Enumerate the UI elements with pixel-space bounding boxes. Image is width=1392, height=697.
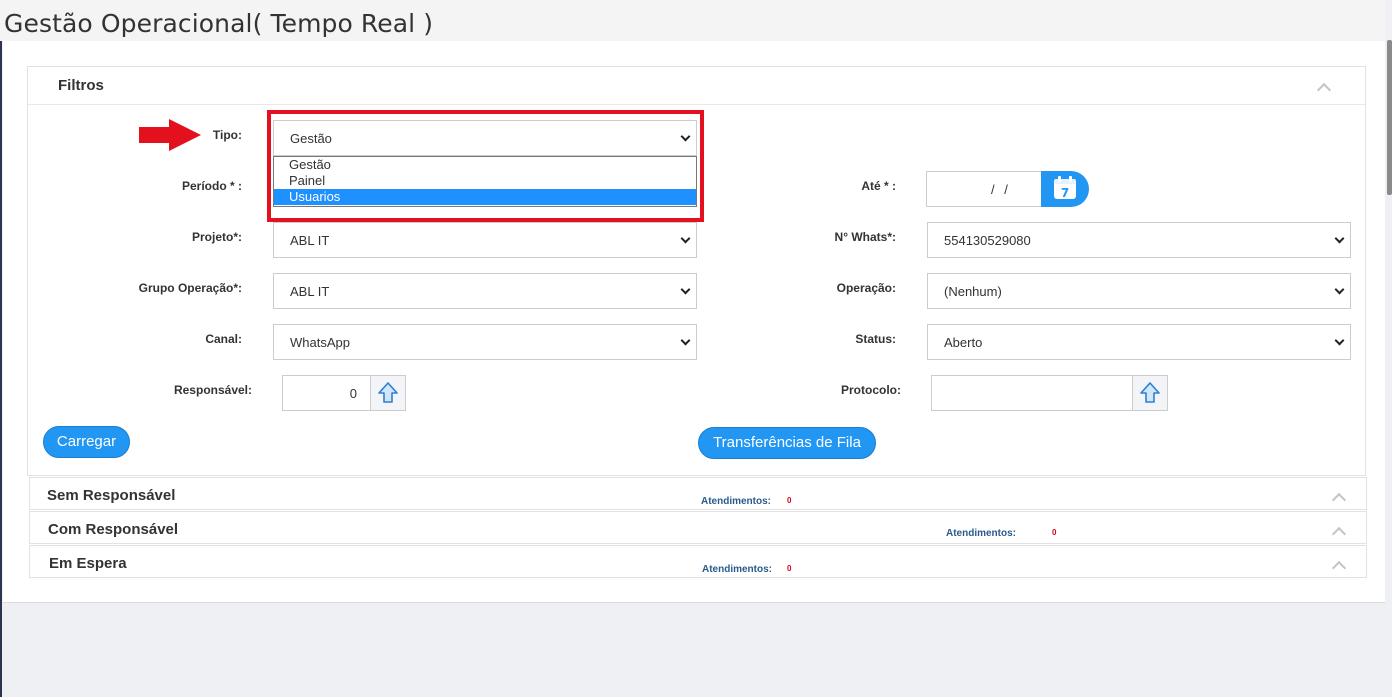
filters-header[interactable]: Filtros — [28, 67, 1365, 105]
title-bar: Gestão Operacional( Tempo Real ) — [0, 0, 1392, 41]
protocolo-lookup-button[interactable] — [1132, 375, 1168, 411]
projeto-select-value: ABL IT — [290, 233, 330, 248]
section-em-espera[interactable]: Em Espera Atendimentos: 0 — [29, 545, 1367, 578]
chevron-down-icon — [1334, 335, 1345, 346]
protocolo-input[interactable] — [931, 375, 1134, 411]
expand-section-icon[interactable] — [1331, 492, 1347, 508]
atendimentos-label: Atendimentos: — [702, 564, 772, 575]
tipo-dropdown-list[interactable]: Gestão Painel Usuarios — [273, 156, 697, 207]
grupo-select-value: ABL IT — [290, 284, 330, 299]
filters-title: Filtros — [58, 77, 104, 94]
status-select[interactable]: Aberto — [927, 324, 1351, 360]
expand-section-icon[interactable] — [1331, 526, 1347, 542]
calendar-button[interactable]: 7 — [1041, 171, 1089, 207]
arrow-up-icon — [378, 382, 398, 403]
whats-select-value: 554130529080 — [944, 233, 1031, 248]
atendimentos-count: 0 — [787, 496, 792, 505]
chevron-down-icon — [680, 284, 691, 295]
scrollbar-thumb[interactable] — [1387, 40, 1392, 195]
chevron-down-icon — [680, 335, 691, 346]
projeto-select[interactable]: ABL IT — [273, 222, 697, 258]
section-sem-responsavel[interactable]: Sem Responsável Atendimentos: 0 — [29, 477, 1367, 510]
calendar-icon: 7 — [1054, 176, 1076, 200]
grupo-label: Grupo Operação*: — [138, 281, 242, 295]
collapse-filters-icon[interactable] — [1316, 82, 1332, 98]
atendimentos-count: 0 — [1052, 528, 1057, 537]
section-com-responsavel[interactable]: Com Responsável Atendimentos: 0 — [29, 511, 1367, 544]
expand-section-icon[interactable] — [1331, 560, 1347, 576]
whats-label: N° Whats*: — [834, 230, 896, 244]
tipo-option-usuarios[interactable]: Usuarios — [274, 189, 696, 205]
canal-select[interactable]: WhatsApp — [273, 324, 697, 360]
grupo-select[interactable]: ABL IT — [273, 273, 697, 309]
page-title: Gestão Operacional( Tempo Real ) — [4, 9, 434, 38]
ate-date-input[interactable]: / / — [926, 171, 1044, 207]
protocolo-label: Protocolo: — [841, 383, 901, 397]
chevron-down-icon — [680, 233, 691, 244]
periodo-label: Período * : — [181, 179, 242, 193]
responsavel-label: Responsável: — [173, 383, 252, 397]
tipo-option-gestao[interactable]: Gestão — [274, 157, 696, 173]
status-label: Status: — [855, 332, 896, 346]
canal-label: Canal: — [205, 332, 242, 346]
left-edge — [0, 41, 2, 697]
atendimentos-label: Atendimentos: — [946, 528, 1016, 539]
status-select-value: Aberto — [944, 335, 983, 350]
atendimentos-count: 0 — [787, 564, 792, 573]
tipo-option-painel[interactable]: Painel — [274, 173, 696, 189]
responsavel-input[interactable]: 0 — [282, 375, 372, 411]
chevron-down-icon — [1334, 233, 1345, 244]
canal-select-value: WhatsApp — [290, 335, 350, 350]
scrollbar[interactable] — [1385, 0, 1392, 697]
responsavel-lookup-button[interactable] — [370, 375, 406, 411]
chevron-down-icon — [1334, 284, 1345, 295]
projeto-label: Projeto*: — [191, 230, 242, 244]
whats-select[interactable]: 554130529080 — [927, 222, 1351, 258]
arrow-up-icon — [1140, 382, 1160, 403]
section-title: Com Responsável — [48, 521, 179, 538]
transferencias-button[interactable]: Transferências de Fila — [698, 427, 876, 459]
section-title: Em Espera — [49, 555, 127, 572]
operacao-select[interactable]: (Nenhum) — [927, 273, 1351, 309]
ate-label: Até * : — [861, 179, 896, 193]
carregar-button[interactable]: Carregar — [43, 426, 130, 458]
atendimentos-label: Atendimentos: — [701, 496, 771, 507]
operacao-label: Operação: — [836, 281, 896, 295]
section-title: Sem Responsável — [47, 487, 176, 504]
tipo-label: Tipo: — [212, 128, 242, 142]
calendar-day: 7 — [1061, 186, 1069, 200]
operacao-select-value: (Nenhum) — [944, 284, 1002, 299]
